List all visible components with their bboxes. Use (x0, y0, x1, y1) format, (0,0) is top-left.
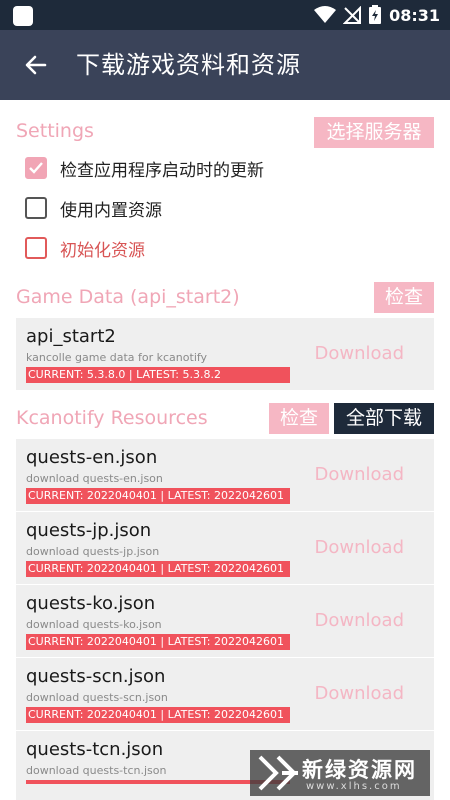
option-use-builtin[interactable]: 使用内置资源 (25, 195, 162, 221)
no-signal-icon (343, 6, 362, 24)
version-badge: CURRENT: 5.3.8.0 | LATEST: 5.3.8.2 (26, 367, 290, 383)
download-all-button[interactable]: 全部下载 (334, 403, 434, 434)
status-time: 08:31 (389, 5, 440, 25)
wifi-icon (314, 6, 337, 23)
download-button[interactable]: Download (315, 610, 404, 631)
version-badge: CURRENT: 2022040401 | LATEST: 2022042601 (26, 488, 290, 504)
status-bar: 08:31 (0, 0, 450, 30)
select-server-button[interactable]: 选择服务器 (314, 117, 434, 148)
app-bar: 下载游戏资料和资源 (0, 30, 450, 100)
watermark-url: www.xlhs.com (306, 781, 402, 792)
back-button[interactable] (18, 47, 54, 83)
option-check-updates[interactable]: 检查应用程序启动时的更新 (25, 155, 264, 181)
download-button[interactable]: Download (315, 343, 404, 364)
resources-section-title: Kcanotify Resources (16, 407, 208, 429)
resource-item: quests-jp.json download quests-jp.json C… (16, 512, 434, 584)
item-title: quests-ko.json (26, 593, 156, 614)
item-description: download quests-en.json (26, 472, 163, 485)
game-data-section-title: Game Data (api_start2) (16, 286, 240, 308)
download-button[interactable]: Download (315, 537, 404, 558)
resource-item: quests-scn.json download quests-scn.json… (16, 658, 434, 730)
item-description: download quests-scn.json (26, 691, 168, 704)
version-badge: CURRENT: 2022040401 | LATEST: 2022042601 (26, 561, 290, 577)
watermark: 新绿资源网 www.xlhs.com (250, 750, 430, 796)
resources-check-button[interactable]: 检查 (269, 403, 329, 434)
item-title: quests-jp.json (26, 520, 152, 541)
checkbox-unchecked[interactable] (25, 237, 47, 259)
version-badge: CURRENT: 2022040401 | LATEST: 2022042601 (26, 634, 290, 650)
checkmark-icon (29, 162, 43, 174)
checkbox-unchecked[interactable] (25, 197, 47, 219)
watermark-text: 新绿资源网 (302, 758, 417, 782)
game-data-check-button[interactable]: 检查 (374, 282, 434, 313)
item-title: api_start2 (26, 326, 116, 347)
app-notification-icon (13, 6, 33, 26)
item-description: download quests-tcn.json (26, 764, 167, 777)
item-title: quests-en.json (26, 447, 158, 468)
item-title: quests-scn.json (26, 666, 166, 687)
status-icons: 08:31 (314, 4, 440, 26)
version-badge: CURRENT: 2022040401 | LATEST: 2022042601 (26, 707, 290, 723)
download-button[interactable]: Download (315, 683, 404, 704)
item-description: download quests-jp.json (26, 545, 160, 558)
settings-section-title: Settings (16, 120, 94, 142)
option-label: 检查应用程序启动时的更新 (60, 160, 264, 181)
checkbox-checked[interactable] (25, 157, 47, 179)
download-button[interactable]: Download (315, 464, 404, 485)
item-title: quests-tcn.json (26, 739, 164, 760)
battery-charging-icon (369, 5, 382, 24)
game-data-item: api_start2 kancolle game data for kcanot… (16, 318, 434, 390)
arrow-left-icon (25, 55, 47, 75)
item-description: kancolle game data for kcanotify (26, 351, 208, 364)
item-description: download quests-ko.json (26, 618, 162, 631)
option-reset-resources[interactable]: 初始化资源 (25, 235, 145, 261)
resource-item: quests-en.json download quests-en.json C… (16, 439, 434, 511)
page-title: 下载游戏资料和资源 (76, 51, 301, 79)
resource-item: quests-ko.json download quests-ko.json C… (16, 585, 434, 657)
option-label: 使用内置资源 (60, 200, 162, 221)
logo-icon (258, 755, 298, 791)
option-label: 初始化资源 (60, 240, 145, 261)
